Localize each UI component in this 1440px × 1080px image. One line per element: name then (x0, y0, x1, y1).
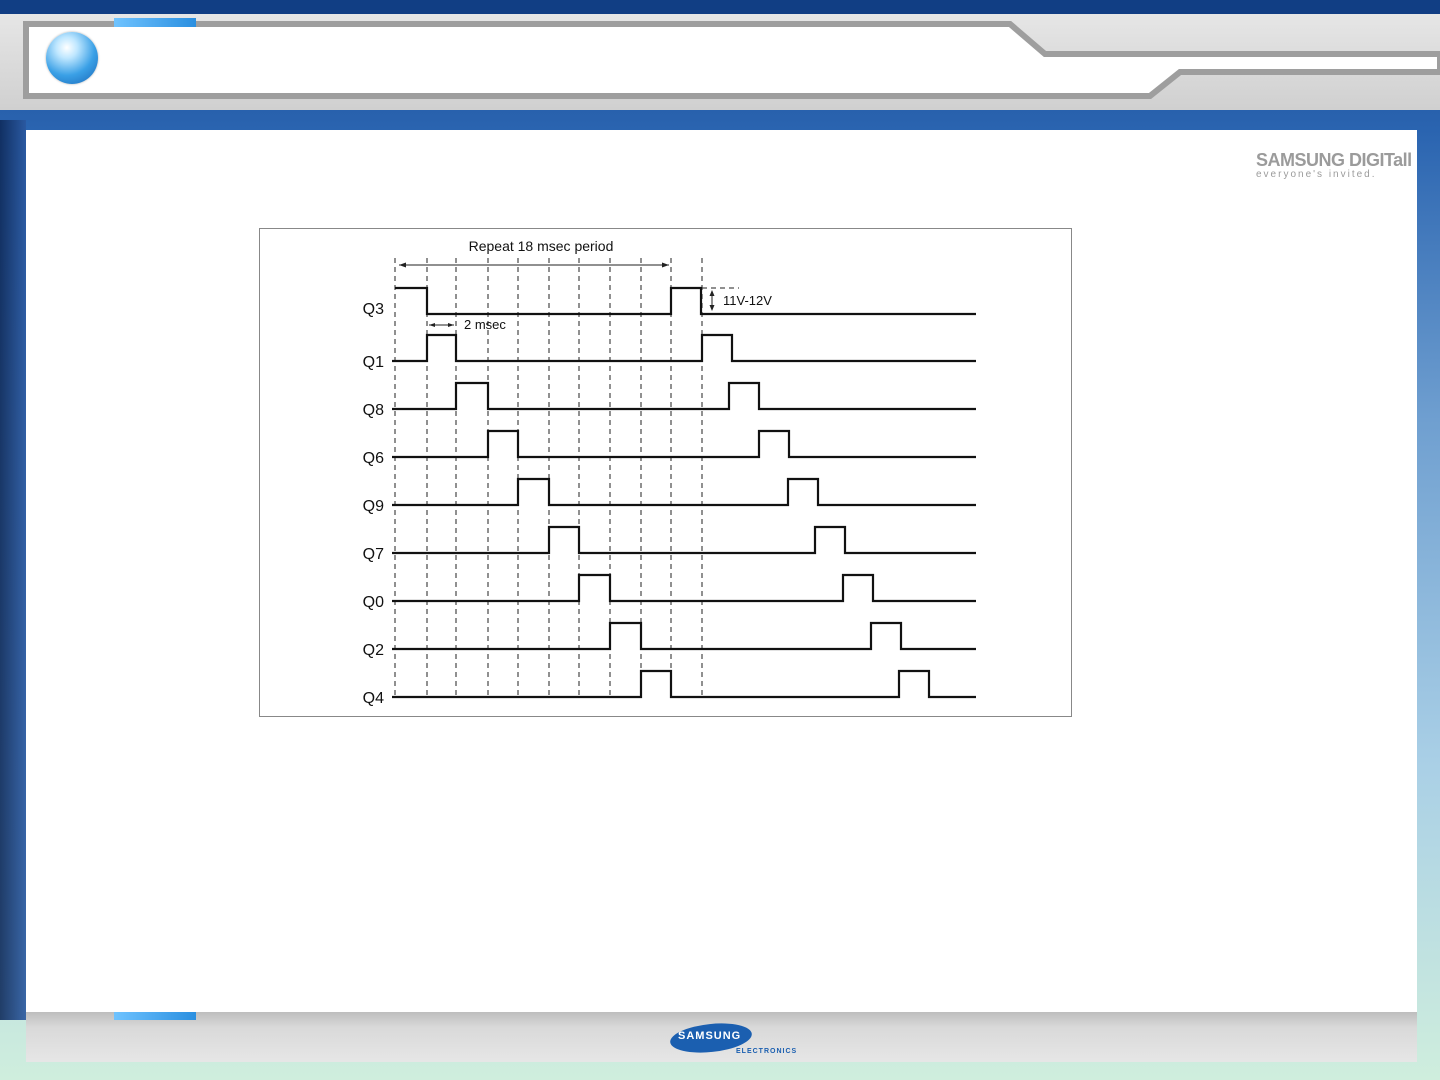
arrow-left-icon (429, 323, 435, 327)
signal-q2 (392, 621, 976, 651)
channel-label-q0: Q0 (363, 594, 384, 611)
timing-diagram: Repeat 18 msec period 2 msec 11V-12V Q3 Q… (259, 228, 1072, 717)
voltage-label: 11V-12V (723, 293, 772, 308)
left-shadow (0, 120, 26, 1020)
annotations (399, 262, 739, 327)
channel-label-q7: Q7 (363, 546, 384, 563)
arrow-right-icon (662, 262, 669, 268)
brand-top-line: SAMSUNG DIGITall (1256, 150, 1412, 170)
orb-icon (46, 32, 98, 84)
arrow-down-icon (709, 305, 715, 311)
header-panel (23, 21, 1440, 99)
timing-svg: Repeat 18 msec period 2 msec 11V-12V Q3Q… (363, 238, 976, 707)
channel-label-q6: Q6 (363, 450, 384, 467)
grid-lines (394, 258, 703, 697)
samsung-digitall-logo: SAMSUNG DIGITall everyone's invited. (1256, 150, 1412, 190)
signal-q1 (392, 333, 976, 363)
signals: Q3 Q1 Q8 Q6 Q9 Q7 Q0 Q2 Q4 (363, 286, 976, 707)
channel-label-q3: Q3 (363, 301, 384, 318)
footer-brand-sub: ELECTRONICS (736, 1048, 798, 1055)
samsung-electronics-logo: SAMSUNG ELECTRONICS (668, 1019, 800, 1060)
arrow-up-icon (709, 290, 715, 296)
footer-brand-name: SAMSUNG (678, 1030, 742, 1042)
signal-q4 (392, 669, 976, 699)
signal-q0 (392, 573, 976, 603)
signal-q3 (395, 286, 976, 316)
footer-accent (114, 1012, 196, 1020)
channel-label-q1: Q1 (363, 354, 384, 371)
step-label: 2 msec (464, 317, 506, 332)
arrow-left-icon (399, 262, 406, 268)
channel-label-q4: Q4 (363, 690, 384, 707)
signal-q9 (392, 477, 976, 507)
channel-label-q8: Q8 (363, 402, 384, 419)
channel-label-q9: Q9 (363, 498, 384, 515)
signal-q6 (392, 429, 976, 459)
top-bar (0, 0, 1440, 14)
signal-q7 (392, 525, 976, 555)
arrow-right-icon (448, 323, 454, 327)
header-accent (114, 18, 196, 27)
signal-q8 (392, 381, 976, 411)
channel-label-q2: Q2 (363, 642, 384, 659)
period-label: Repeat 18 msec period (469, 238, 614, 254)
